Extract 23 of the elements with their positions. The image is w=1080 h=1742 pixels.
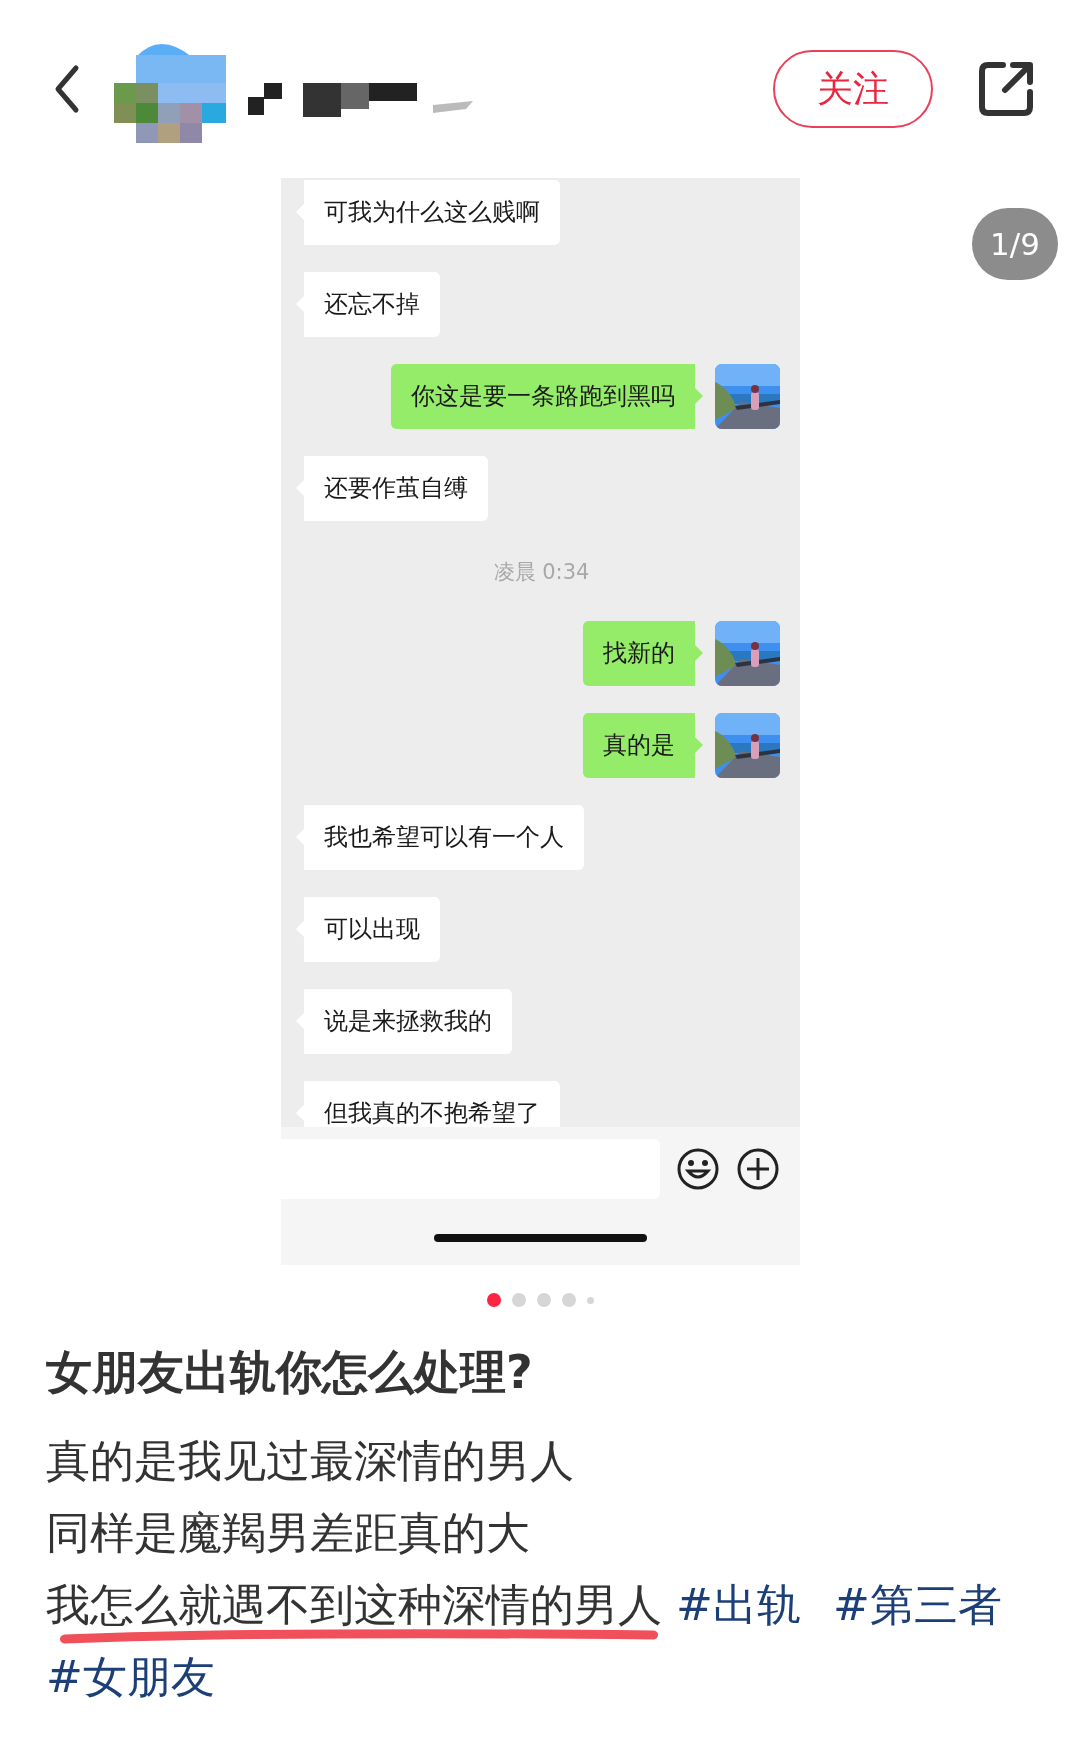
plus-icon <box>735 1146 780 1191</box>
post-title: 女朋友出轨你怎么处理? <box>46 1344 534 1401</box>
received-message: 但我真的不抱希望了 <box>295 1081 560 1127</box>
follow-button[interactable]: 关注 <box>773 50 933 128</box>
received-message: 可以出现 <box>295 897 440 962</box>
received-message: 还忘不掉 <box>295 272 440 337</box>
received-message: 可我为什么这么贱啊 <box>295 180 560 245</box>
page-counter: 1/9 <box>972 208 1058 280</box>
post-text: 同样是魔羯男差距真的大 <box>46 1506 530 1560</box>
sent-message: 真的是 <box>582 713 703 778</box>
hashtag-link[interactable]: #第三者 <box>832 1579 1002 1630</box>
received-message: 说是来拯救我的 <box>295 989 512 1054</box>
hashtag-link[interactable]: #女朋友 <box>46 1651 215 1702</box>
received-message: 还要作茧自缚 <box>295 456 488 521</box>
hashtag-link[interactable]: #出轨 <box>676 1579 801 1630</box>
post-text: 真的是我见过最深情的男人 <box>46 1434 574 1488</box>
sent-message: 找新的 <box>582 621 703 686</box>
smiley-icon <box>675 1146 720 1191</box>
post-text: 我怎么就遇不到这种深情的男人 <box>46 1569 662 1641</box>
share-icon[interactable] <box>977 60 1035 118</box>
sent-message: 你这是要一条路跑到黑吗 <box>390 364 703 429</box>
timestamp: 凌晨 0:34 <box>493 559 590 586</box>
received-message: 我也希望可以有一个人 <box>295 805 584 870</box>
